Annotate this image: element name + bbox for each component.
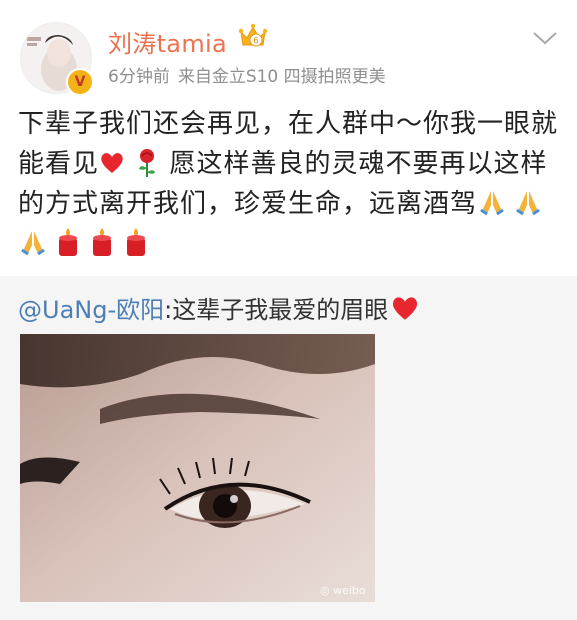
chevron-down-icon[interactable] [532,30,558,46]
post-meta: 6分钟前 来自金立S10 四摄拍照更美 [108,62,386,87]
repost-mention[interactable]: @UaNg-欧阳 [18,296,164,324]
repost-photo[interactable]: ◎ weibo [20,334,375,602]
photo-watermark: ◎ weibo [320,584,366,597]
svg-text:6: 6 [253,37,259,47]
heart-emoji [101,153,123,173]
pray-emoji [480,191,504,216]
candle-emoji [59,228,77,256]
pray-emoji [21,231,45,256]
post-source[interactable]: 来自金立S10 四摄拍照更美 [178,67,386,87]
candle-emoji [93,228,111,256]
post-body: 下辈子我们还会再见，在人群中～你我一眼就能看见 愿这样善良的灵魂不要再以这样的方… [18,104,563,264]
candle-emoji [127,228,145,256]
post-time: 6分钟前 [108,67,170,87]
repost-card[interactable]: @UaNg-欧阳:这辈子我最爱的眉眼 ◎ weibo [0,276,577,620]
rose-emoji [139,149,156,177]
crown-icon[interactable]: 6 [238,22,268,50]
heart-emoji [393,297,418,320]
pray-emoji [516,191,540,216]
username[interactable]: 刘涛tamia [108,24,227,59]
repost-content: :这辈子我最爱的眉眼 [164,296,389,324]
repost-text: @UaNg-欧阳:这辈子我最爱的眉眼 [18,290,420,325]
eye-closeup-photo [20,334,375,602]
post-header: V 刘涛tamia 6 6分钟前 来自金立S10 四摄拍照更美 [0,0,577,100]
verified-badge: V [66,68,94,96]
